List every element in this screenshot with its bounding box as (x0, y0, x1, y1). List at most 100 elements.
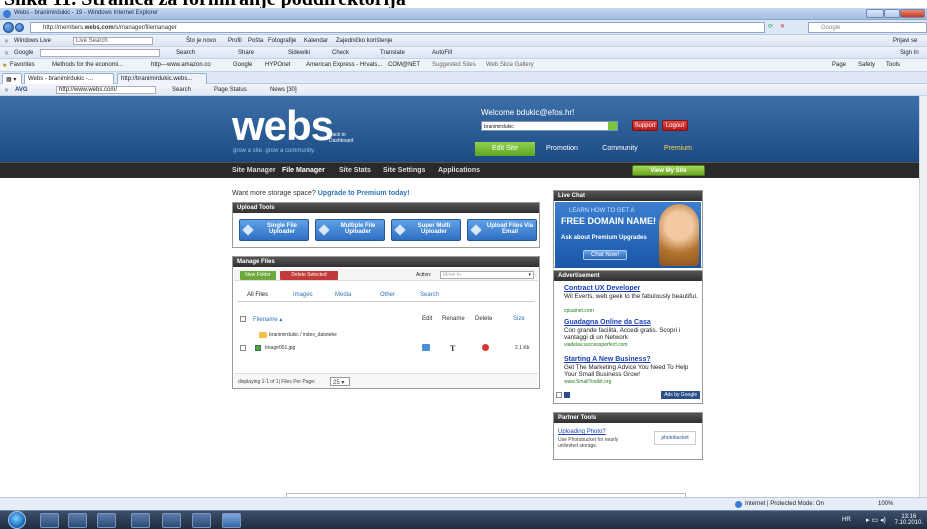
tab-media[interactable]: Media (335, 292, 351, 298)
fav-link[interactable]: Methods for the economi... (52, 62, 123, 68)
window-titlebar[interactable]: Webs - branimirdukic - 19 - Windows Inte… (0, 8, 927, 20)
multiple-file-uploader-button[interactable]: Multiple File Uploader (315, 219, 385, 241)
fav-link[interactable]: COM@NET (388, 62, 420, 68)
live-search-input[interactable]: Live Search (73, 37, 153, 45)
ad-title[interactable]: Starting A New Business? (564, 356, 651, 363)
column-size[interactable]: Size (513, 316, 525, 322)
quick-tabs-button[interactable]: ▦ ▾ (2, 73, 22, 84)
tab-community[interactable]: Community (590, 142, 650, 156)
tab-premium[interactable]: Premium (653, 142, 703, 156)
upload-via-email-button[interactable]: Upload Files Via Email (467, 219, 537, 241)
tab-search[interactable]: Search (420, 292, 439, 298)
ad-title[interactable]: Contract UX Developer (564, 285, 640, 292)
toolbar-link-mail[interactable]: Pošta (248, 38, 263, 44)
sidewiki-button[interactable]: Sidewiki (288, 50, 310, 56)
tray-icons[interactable]: ▸ ▭ ◂) (866, 516, 886, 524)
ad-url[interactable]: cpuainet.com (564, 308, 594, 314)
tab-promotion[interactable]: Promotion (537, 142, 587, 156)
fav-link[interactable]: Google (233, 62, 252, 68)
forward-arrow-icon[interactable] (15, 23, 24, 32)
nav-site-settings[interactable]: Site Settings (383, 167, 425, 174)
ad-url[interactable]: www.SmallToolkit.org (564, 379, 611, 385)
new-folder-button[interactable]: New Folder (240, 271, 276, 280)
delete-icon[interactable] (482, 344, 489, 351)
nav-site-manager[interactable]: Site Manager (232, 167, 276, 174)
system-clock[interactable]: 13:16 7.10.2010. (895, 514, 923, 526)
avg-search-input[interactable]: http://www.webs.com/ (56, 86, 156, 94)
check-button[interactable]: Check (332, 50, 349, 56)
file-name[interactable]: Image001.jpg (265, 345, 295, 351)
toolbar-link-whats-new[interactable]: Što je novo (186, 38, 216, 44)
ad-title[interactable]: Guadagna Online da Casa (564, 319, 651, 326)
fav-link[interactable]: Web Slice Gallery (486, 62, 534, 68)
page-status-button[interactable]: Page Status (214, 87, 247, 93)
fav-link[interactable]: HYPOnet (265, 62, 290, 68)
avg-search-button[interactable]: Search (172, 87, 191, 93)
prev-arrow-icon[interactable] (556, 392, 562, 398)
toolbar-close-icon[interactable]: ✕ (4, 50, 9, 57)
photobucket-link[interactable]: Uploading Photo? (558, 429, 606, 435)
toolbar-link-calendar[interactable]: Kalendar (304, 38, 328, 44)
select-all-checkbox[interactable] (240, 316, 246, 322)
webs-logo[interactable]: webs (232, 105, 334, 147)
action-select[interactable]: Move to ▾ (440, 271, 534, 279)
fav-link[interactable]: Suggested Sites (432, 62, 476, 68)
safety-menu[interactable]: Safety (858, 62, 875, 68)
back-to-dashboard-link[interactable]: Back to Dashboard (329, 132, 357, 144)
photobucket-logo[interactable]: photobucket (654, 431, 696, 445)
zoom-level[interactable]: 100% (878, 501, 893, 507)
support-button[interactable]: Support (632, 120, 658, 131)
security-zone[interactable]: Internet | Protected Mode: On (745, 501, 824, 507)
next-arrow-icon[interactable] (564, 392, 570, 398)
word-taskbar-icon[interactable] (131, 513, 150, 528)
rename-icon[interactable]: T (450, 344, 455, 353)
refresh-icon[interactable]: ⟳ (768, 23, 773, 30)
view-my-site-button[interactable]: View My Site (632, 165, 705, 176)
vertical-scrollbar[interactable] (919, 96, 927, 497)
tab-other[interactable]: Other (380, 292, 395, 298)
site-select[interactable]: branimirdukic (481, 121, 618, 131)
nav-applications[interactable]: Applications (438, 167, 480, 174)
share-button[interactable]: Share (238, 50, 254, 56)
google-sign-in[interactable]: Sign In (900, 50, 919, 56)
close-button[interactable] (900, 9, 925, 18)
tab-branimirdukic[interactable]: http://branimirdukic.webs... (117, 73, 207, 84)
windows-live-label[interactable]: Windows Live (14, 38, 51, 44)
ad-url[interactable]: viadelav.successperfect.com (564, 342, 628, 348)
news-button[interactable]: News [30] (270, 87, 297, 93)
ads-by-google[interactable]: Ads by Google (661, 391, 700, 399)
files-per-page-select[interactable]: 25 ▾ (330, 377, 350, 386)
live-chat-banner[interactable]: LEARN HOW TO GET A FREE DOMAIN NAME! Ask… (555, 202, 701, 268)
google-search-input[interactable] (40, 49, 160, 57)
excel-taskbar-icon[interactable] (192, 513, 211, 528)
google-search-button[interactable]: Search (176, 50, 195, 56)
app-taskbar-icon[interactable] (97, 513, 116, 528)
back-arrow-icon[interactable] (3, 22, 14, 33)
tools-menu[interactable]: Tools (886, 62, 900, 68)
ie-active-taskbar-icon[interactable] (222, 513, 241, 528)
maximize-button[interactable] (884, 9, 900, 18)
autofill-button[interactable]: AutoFill (432, 50, 452, 56)
start-button[interactable] (8, 511, 26, 529)
favorites-button[interactable]: Favorites (10, 62, 35, 68)
explorer-taskbar-icon[interactable] (68, 513, 87, 528)
super-multi-uploader-button[interactable]: Super Multi Uploader (391, 219, 461, 241)
nav-site-stats[interactable]: Site Stats (339, 167, 371, 174)
language-indicator[interactable]: HR (842, 517, 851, 523)
toolbar-close-icon[interactable]: ✕ (4, 87, 9, 94)
nav-file-manager[interactable]: File Manager (282, 167, 325, 174)
delete-selected-button[interactable]: Delete Selected (280, 271, 338, 280)
column-filename[interactable]: Filename ▴ (253, 316, 282, 323)
translate-button[interactable]: Translate (380, 50, 405, 56)
upgrade-premium-link[interactable]: Upgrade to Premium today! (318, 190, 410, 197)
url-field[interactable]: http://members.webs.com/s/manager/filema… (30, 22, 765, 33)
logout-button[interactable]: Logout (662, 120, 688, 131)
single-file-uploader-button[interactable]: Single File Uploader (239, 219, 309, 241)
tab-images[interactable]: Images (293, 292, 313, 298)
ie-taskbar-icon[interactable] (40, 513, 59, 528)
toolbar-link-sharing[interactable]: Zajedničko korištenje (336, 38, 392, 44)
search-input[interactable]: Google (808, 22, 927, 33)
edit-icon[interactable] (422, 344, 430, 351)
minimize-button[interactable] (866, 9, 884, 18)
folder-taskbar-icon[interactable] (162, 513, 181, 528)
